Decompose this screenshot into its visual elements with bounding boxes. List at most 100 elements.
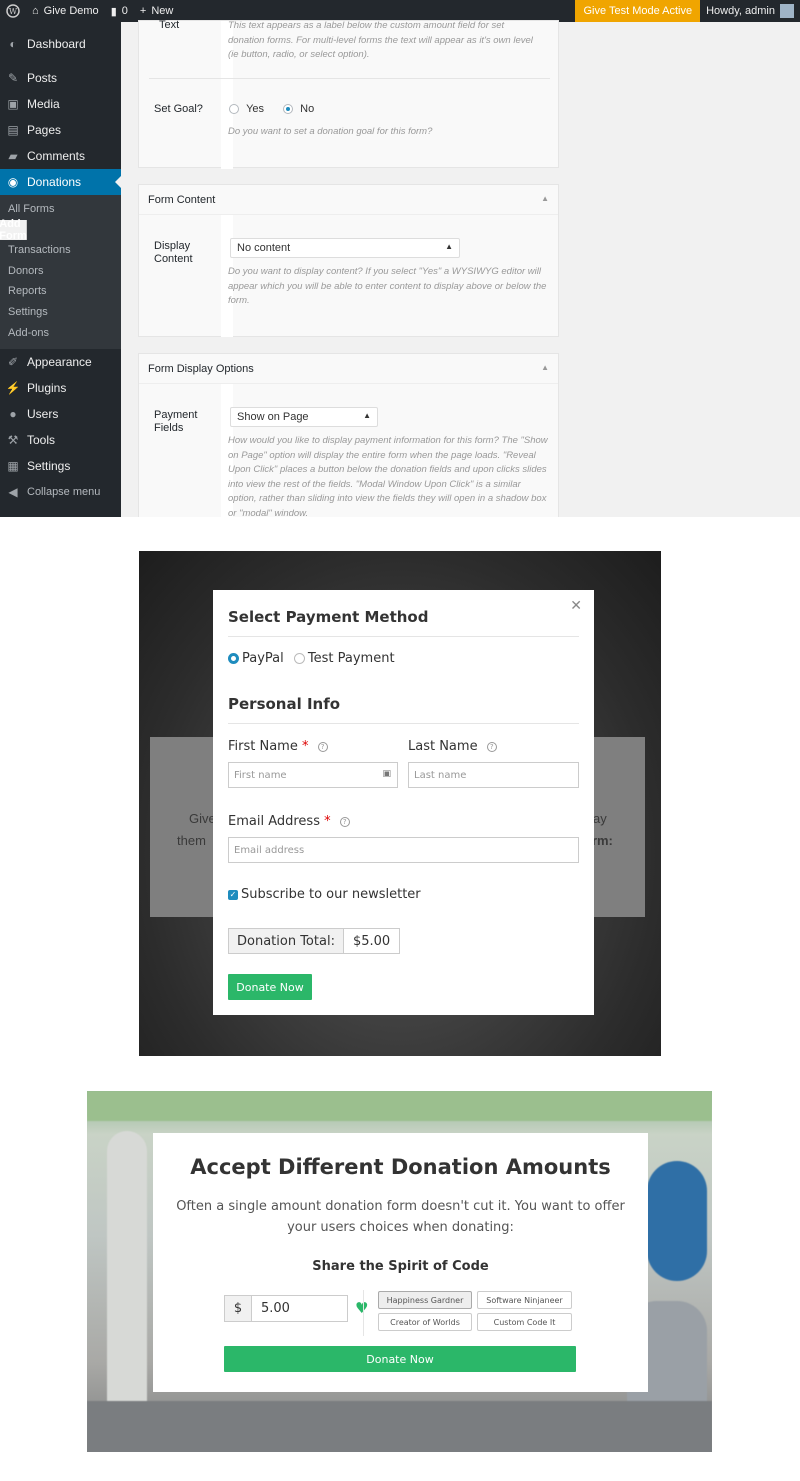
- donation-form-card: Accept Different Donation Amounts Often …: [153, 1133, 648, 1392]
- submenu-add-form[interactable]: Add Form: [0, 218, 27, 242]
- site-name-link[interactable]: ⌂ Give Demo: [26, 0, 105, 22]
- background-text: Give: [189, 811, 216, 826]
- donation-total: Donation Total: $5.00: [228, 928, 401, 954]
- submenu-add-ons[interactable]: Add-ons: [0, 323, 121, 344]
- checkmark-icon: ✓: [228, 889, 238, 900]
- account-menu[interactable]: Howdy, admin: [700, 0, 800, 22]
- form-content-header[interactable]: Form Content ▲: [139, 185, 558, 215]
- donation-modal: ✕ Select Payment Method PayPal Test Paym…: [213, 590, 594, 1015]
- text-field-label: Text: [159, 19, 180, 31]
- personal-info-heading: Personal Info: [228, 695, 341, 713]
- display-content-description: Do you want to display content? If you s…: [228, 266, 547, 306]
- comment-bubble-icon: ▮: [110, 5, 117, 18]
- plugin-icon: ⚡: [5, 381, 21, 396]
- newsletter-checkbox[interactable]: ✓ Subscribe to our newsletter: [228, 887, 421, 902]
- menu-item-plugins[interactable]: ⚡ Plugins: [0, 375, 121, 401]
- avatar: [780, 4, 794, 18]
- admin-menu: ◐ Dashboard ✎ Posts ▣ Media ▤ Pages ▰ Comment…: [0, 22, 121, 517]
- payment-fields-label: Payment Fields: [154, 409, 198, 434]
- submenu-reports[interactable]: Reports: [0, 281, 121, 302]
- first-name-label: First Name * ?: [228, 739, 328, 754]
- goal-no-radio[interactable]: [283, 104, 294, 115]
- help-icon[interactable]: ?: [486, 741, 497, 752]
- submenu-all-forms[interactable]: All Forms: [0, 199, 121, 220]
- heart-icon: ♥: [355, 1299, 369, 1317]
- collapse-arrow-icon[interactable]: ▲: [541, 194, 549, 203]
- submenu-transactions[interactable]: Transactions: [0, 240, 121, 261]
- payment-fields-description: How would you like to display payment in…: [228, 435, 548, 517]
- menu-item-users[interactable]: ● Users: [0, 401, 121, 427]
- goal-radio-group: Yes No: [229, 103, 314, 115]
- pages-icon: ▤: [7, 123, 19, 137]
- form-display-options-header[interactable]: Form Display Options ▲: [139, 354, 558, 384]
- form-content-box: Form Content ▲ Display Content No conten…: [138, 184, 559, 337]
- test-payment-radio[interactable]: [293, 653, 305, 664]
- background-text: them: [177, 833, 206, 848]
- menu-item-posts[interactable]: ✎ Posts: [0, 65, 121, 91]
- text-field-description: This text appears as a label below the c…: [228, 20, 533, 60]
- menu-item-comments[interactable]: ▰ Comments: [0, 143, 121, 169]
- dashboard-icon: ◐: [9, 37, 17, 51]
- settings-icon: ▦: [7, 459, 19, 474]
- donate-now-button[interactable]: Donate Now: [228, 974, 312, 1000]
- display-content-label: Display Content: [154, 240, 193, 265]
- menu-item-pages[interactable]: ▤ Pages: [0, 117, 121, 143]
- level-button-creator-of-worlds[interactable]: Creator of Worlds: [378, 1313, 472, 1331]
- help-icon[interactable]: ?: [317, 741, 328, 752]
- collapse-menu-button[interactable]: ◀ Collapse menu: [0, 479, 121, 505]
- menu-item-dashboard[interactable]: ◐ Dashboard: [0, 31, 121, 57]
- donate-now-button[interactable]: Donate Now: [224, 1346, 576, 1372]
- payment-fields-select[interactable]: Show on Page ▲: [230, 407, 378, 427]
- comments-link[interactable]: ▮ 0: [105, 0, 134, 22]
- submenu-donors[interactable]: Donors: [0, 261, 121, 282]
- svg-text:W: W: [9, 7, 18, 16]
- set-goal-label: Set Goal?: [154, 103, 203, 115]
- amount-field: $ 5.00: [224, 1295, 348, 1322]
- wp-logo-icon[interactable]: W: [0, 0, 26, 22]
- autofill-contact-icon: ▣: [382, 769, 391, 779]
- first-name-input[interactable]: First name ▣: [228, 762, 398, 788]
- media-icon: ▣: [7, 97, 19, 111]
- form-title: Share the Spirit of Code: [312, 1259, 489, 1274]
- gateway-radio-group: PayPal Test Payment: [228, 651, 395, 666]
- menu-item-settings[interactable]: ▦ Settings: [0, 453, 121, 479]
- level-button-happiness-gardner[interactable]: Happiness Gardner: [378, 1291, 472, 1309]
- brush-icon: ✐: [7, 355, 19, 370]
- email-input[interactable]: Email address: [228, 837, 579, 863]
- currency-symbol: $: [225, 1296, 252, 1321]
- comment-icon: ▰: [8, 149, 18, 163]
- amount-input[interactable]: 5.00: [252, 1296, 347, 1321]
- level-button-custom-code-it[interactable]: Custom Code It: [477, 1313, 572, 1331]
- last-name-label: Last Name ?: [408, 739, 497, 754]
- card-subtitle: Often a single amount donation form does…: [176, 1199, 625, 1235]
- level-button-software-ninjaneer[interactable]: Software Ninjaneer: [477, 1291, 572, 1309]
- menu-item-donations[interactable]: ◉ Donations: [0, 169, 121, 195]
- payment-method-heading: Select Payment Method: [228, 608, 429, 626]
- collapse-arrow-icon[interactable]: ▲: [541, 363, 549, 372]
- background-text: ay: [593, 811, 607, 826]
- select-arrows-icon: ▲: [445, 242, 453, 251]
- wrench-icon: ⚒: [7, 433, 19, 448]
- close-icon[interactable]: ✕: [570, 598, 582, 614]
- user-icon: ●: [9, 407, 17, 422]
- test-mode-badge[interactable]: Give Test Mode Active: [575, 0, 701, 22]
- card-title: Accept Different Donation Amounts: [190, 1155, 611, 1179]
- help-icon[interactable]: ?: [339, 816, 350, 827]
- goal-yes-radio[interactable]: [229, 104, 239, 115]
- menu-item-appearance[interactable]: ✐ Appearance: [0, 349, 121, 375]
- donations-submenu: All Forms Add Form Transactions Donors R…: [0, 195, 121, 350]
- menu-item-media[interactable]: ▣ Media: [0, 91, 121, 117]
- menu-item-tools[interactable]: ⚒ Tools: [0, 427, 121, 453]
- goal-description: Do you want to set a donation goal for t…: [228, 126, 433, 137]
- pin-icon: ✎: [7, 71, 19, 85]
- give-icon: ◉: [7, 175, 19, 189]
- home-icon: ⌂: [32, 5, 39, 17]
- wp-admin-screen: W ⌂ Give Demo ▮ 0 + New Give Test Mode A…: [0, 0, 800, 517]
- paypal-radio[interactable]: [228, 653, 239, 664]
- display-content-select[interactable]: No content ▲: [230, 238, 460, 258]
- collapse-icon: ◀: [8, 485, 18, 500]
- email-label: Email Address * ?: [228, 814, 350, 829]
- last-name-input[interactable]: Last name: [408, 762, 579, 788]
- donation-options-box: Text This text appears as a label below …: [138, 19, 559, 169]
- submenu-settings[interactable]: Settings: [0, 302, 121, 323]
